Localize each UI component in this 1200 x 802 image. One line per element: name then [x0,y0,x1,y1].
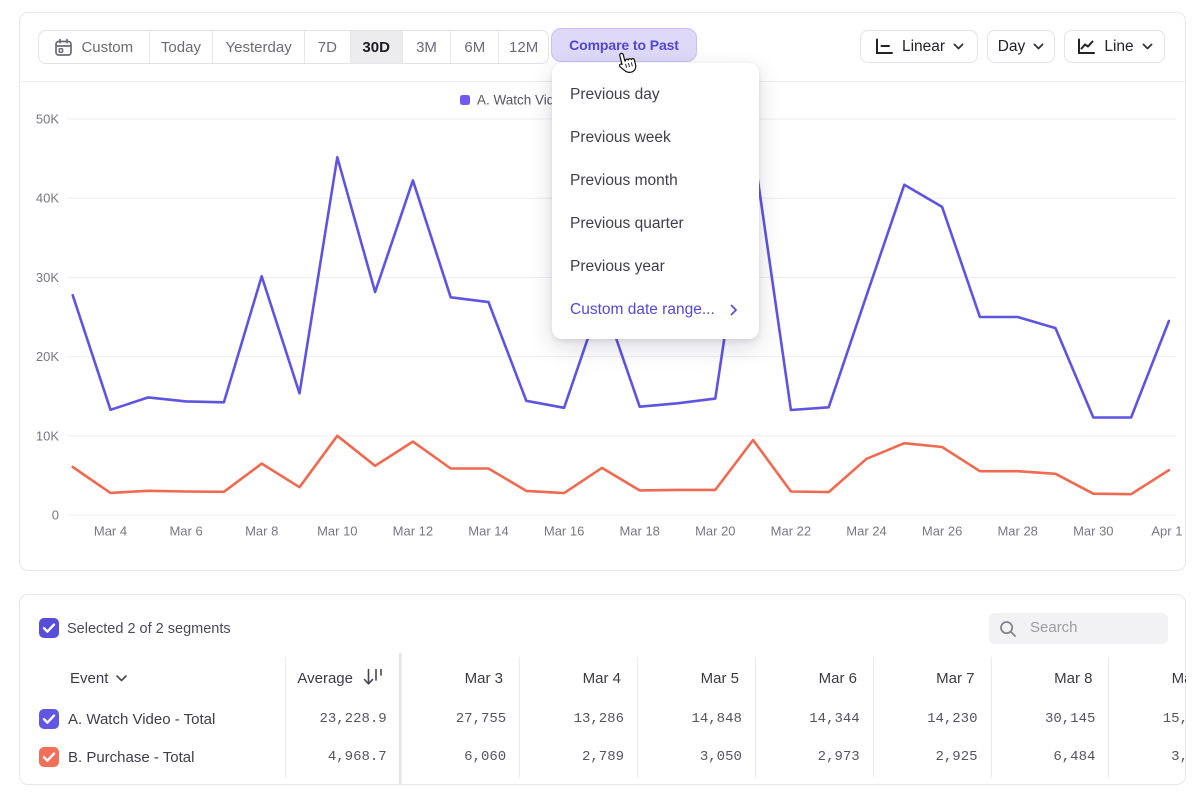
svg-text:Mar 16: Mar 16 [544,524,584,539]
svg-text:Mar 18: Mar 18 [619,524,659,539]
svg-text:10K: 10K [36,428,59,443]
svg-text:Mar 14: Mar 14 [468,524,508,539]
svg-text:30K: 30K [36,270,59,285]
svg-text:Mar 10: Mar 10 [317,524,357,539]
svg-text:Mar 28: Mar 28 [997,524,1037,539]
svg-text:0: 0 [52,508,59,523]
svg-text:Mar 22: Mar 22 [771,524,811,539]
svg-text:Mar 8: Mar 8 [245,524,278,539]
svg-text:Mar 30: Mar 30 [1073,524,1113,539]
svg-text:Mar 24: Mar 24 [846,524,886,539]
svg-text:Mar 20: Mar 20 [695,524,735,539]
svg-text:Mar 12: Mar 12 [393,524,433,539]
svg-text:Mar 6: Mar 6 [169,524,202,539]
svg-text:Mar 4: Mar 4 [94,524,127,539]
svg-text:50K: 50K [36,112,59,127]
svg-text:40K: 40K [36,191,59,206]
svg-text:Apr 1: Apr 1 [1151,524,1182,539]
svg-text:Mar 26: Mar 26 [922,524,962,539]
svg-text:20K: 20K [36,349,59,364]
